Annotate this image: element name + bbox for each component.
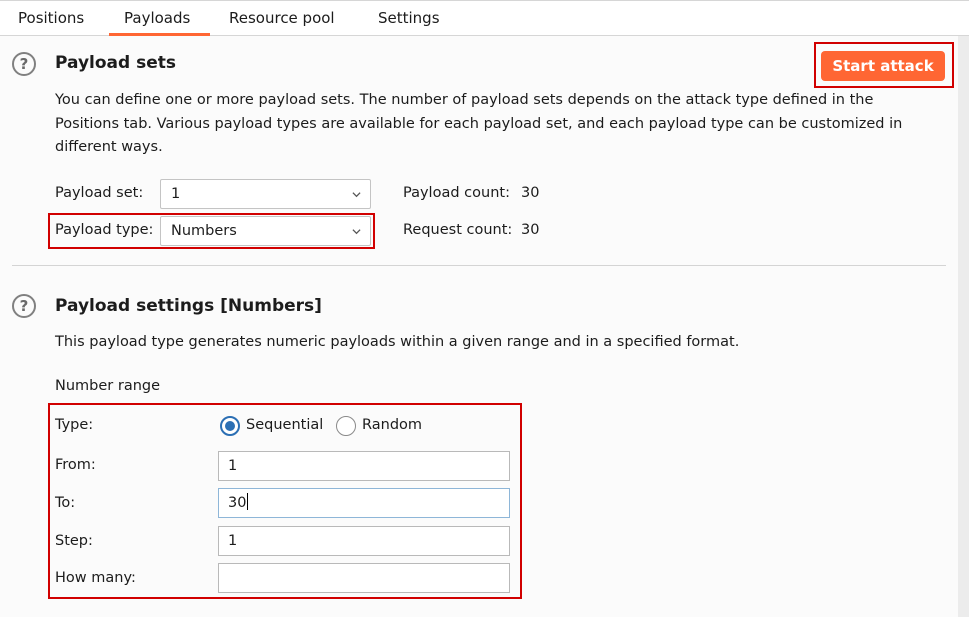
radio-sequential[interactable] (220, 416, 240, 436)
to-label: To: (55, 495, 76, 511)
active-tab-indicator (109, 33, 210, 36)
chevron-down-icon (352, 192, 361, 198)
tab-positions[interactable]: Positions (18, 9, 84, 27)
payload-type-label: Payload type: (55, 222, 154, 238)
tab-bar: Positions Payloads Resource pool Setting… (0, 0, 969, 36)
payload-set-label: Payload set: (55, 185, 144, 201)
description-line: different ways. (55, 139, 163, 155)
description-line: Positions tab. Various payload types are… (55, 115, 903, 132)
payload-set-value: 1 (171, 186, 181, 202)
request-count-label: Request count: (403, 222, 513, 238)
how-many-input[interactable] (218, 563, 510, 593)
scrollbar-track[interactable] (958, 36, 969, 617)
help-icon[interactable]: ? (12, 294, 36, 318)
text-caret (247, 493, 249, 510)
section-divider (12, 265, 946, 266)
payload-settings-description: This payload type generates numeric payl… (55, 334, 740, 350)
help-icon[interactable]: ? (12, 52, 36, 76)
how-many-label: How many: (55, 570, 136, 586)
number-range-label: Number range (55, 378, 161, 394)
type-label: Type: (55, 417, 94, 433)
chevron-down-icon (352, 229, 361, 235)
to-input-value: 30 (228, 495, 247, 511)
section-title-payload-settings: Payload settings [Numbers] (55, 296, 322, 316)
payload-count-label: Payload count: (403, 185, 510, 201)
radio-sequential-label[interactable]: Sequential (246, 417, 323, 433)
start-attack-button[interactable]: Start attack (821, 51, 945, 81)
payload-type-select[interactable]: Numbers (160, 216, 371, 246)
request-count-value: 30 (521, 222, 540, 238)
tab-payloads[interactable]: Payloads (124, 9, 190, 27)
from-input[interactable]: 1 (218, 451, 510, 481)
step-label: Step: (55, 533, 93, 549)
radio-random[interactable] (336, 416, 356, 436)
tab-resource-pool[interactable]: Resource pool (229, 9, 335, 27)
section-title-payload-sets: Payload sets (55, 53, 176, 73)
to-input[interactable]: 30 (218, 488, 510, 518)
from-label: From: (55, 457, 96, 473)
payload-sets-description: You can define one or more payload sets.… (55, 89, 902, 160)
description-line: You can define one or more payload sets.… (55, 92, 874, 108)
step-input[interactable]: 1 (218, 526, 510, 556)
payload-count-value: 30 (521, 185, 540, 201)
radio-random-label[interactable]: Random (362, 417, 422, 433)
payload-type-value: Numbers (171, 223, 237, 239)
tab-settings[interactable]: Settings (378, 9, 440, 27)
payload-set-select[interactable]: 1 (160, 179, 371, 209)
